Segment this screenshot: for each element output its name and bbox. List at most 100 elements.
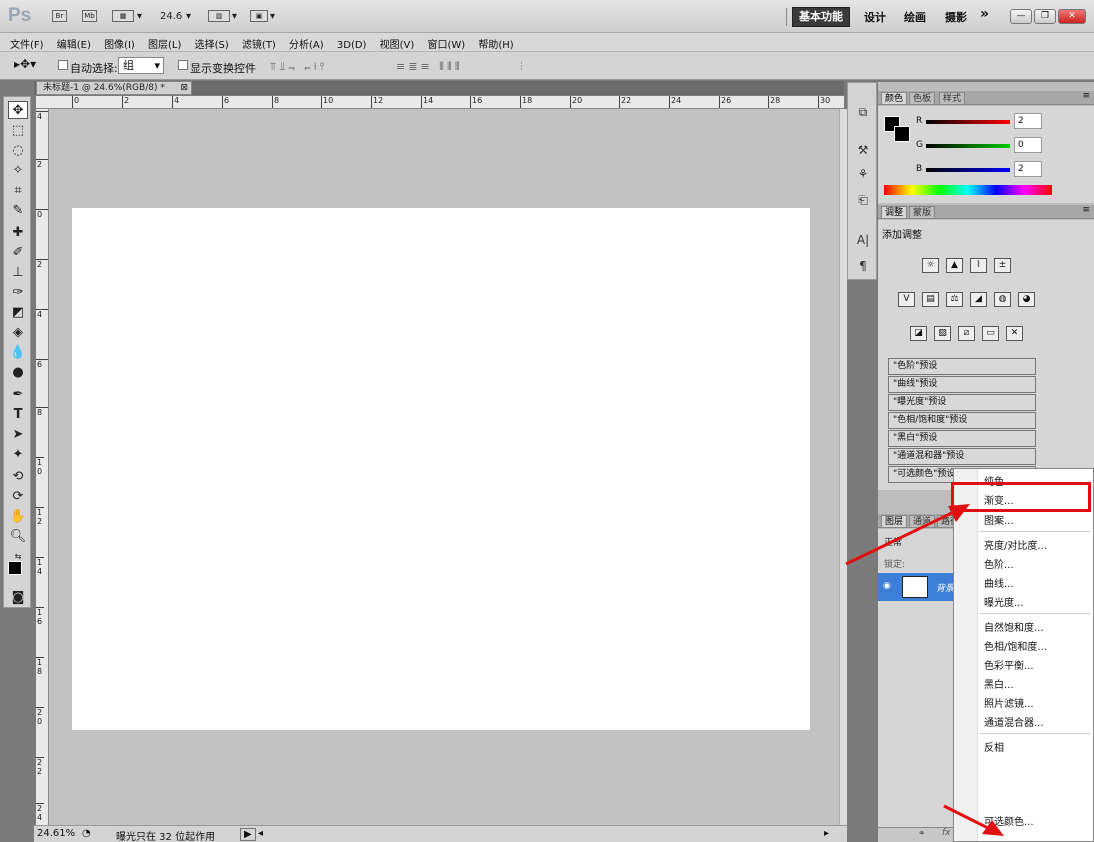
menu-item-vibrance[interactable]: 自然饱和度... xyxy=(984,619,1044,634)
clone-source-icon[interactable]: ⎗ xyxy=(854,193,872,208)
paragraph-panel-icon[interactable]: ¶ xyxy=(854,259,872,273)
preset-exposure[interactable]: "曝光度"预设 xyxy=(888,394,1036,411)
vibrance-icon[interactable]: V xyxy=(898,292,915,307)
menu-item-pattern[interactable]: 图案... xyxy=(984,512,1014,527)
background-swatch[interactable] xyxy=(894,126,910,142)
menu-help[interactable]: 帮助(H) xyxy=(478,33,513,51)
arrange-documents-icon[interactable]: ▥ xyxy=(208,10,230,22)
crop-tool-icon[interactable]: ⌗ xyxy=(8,182,28,200)
screen-mode-icon[interactable]: ▣ xyxy=(250,10,268,22)
view-extras-icon[interactable]: ▦ xyxy=(112,10,134,22)
tab-adjustments[interactable]: 调整 xyxy=(881,206,908,219)
stamp-tool-icon[interactable]: ⊥ xyxy=(8,264,28,282)
menu-item-exposure[interactable]: 曝光度... xyxy=(984,594,1024,609)
menu-3d[interactable]: 3D(D) xyxy=(337,37,367,51)
pen-tool-icon[interactable]: ✒ xyxy=(8,386,28,404)
menu-select[interactable]: 选择(S) xyxy=(195,33,229,51)
close-button[interactable]: ✕ xyxy=(1058,9,1086,24)
workspace-photography[interactable]: 摄影 xyxy=(945,9,967,25)
move-tool-preset-icon[interactable]: ▸✥▾ xyxy=(14,57,36,71)
paint-bucket-icon[interactable]: ◈ xyxy=(8,324,28,342)
menu-item-black-white[interactable]: 黑白... xyxy=(984,676,1014,691)
healing-brush-icon[interactable]: ✚ xyxy=(8,224,28,242)
hand-tool-icon[interactable]: ✋ xyxy=(8,508,28,526)
posterize-icon[interactable]: ▨ xyxy=(934,326,951,341)
menu-analysis[interactable]: 分析(A) xyxy=(289,33,324,51)
eyedropper-tool-icon[interactable]: ✎ xyxy=(8,202,28,220)
history-brush-icon[interactable]: ✑ xyxy=(8,284,28,302)
minimize-button[interactable]: — xyxy=(1010,9,1032,24)
black-white-icon[interactable]: ◢ xyxy=(970,292,987,307)
color-spectrum[interactable] xyxy=(884,185,1052,195)
menu-item-hue-saturation[interactable]: 色相/饱和度... xyxy=(984,638,1047,653)
menu-item-photo-filter[interactable]: 照片滤镜... xyxy=(984,695,1034,710)
menu-item-color-balance[interactable]: 色彩平衡... xyxy=(984,657,1034,672)
zoom-level[interactable]: 24.6 xyxy=(160,11,182,22)
status-info-icon[interactable]: ◔ xyxy=(82,828,91,839)
exposure-icon[interactable]: ± xyxy=(994,258,1011,273)
vertical-scrollbar[interactable] xyxy=(839,109,847,825)
preset-channel-mixer[interactable]: "通道混和器"预设 xyxy=(888,448,1036,465)
menu-item-curves[interactable]: 曲线... xyxy=(984,575,1014,590)
photo-filter-icon[interactable]: ◍ xyxy=(994,292,1011,307)
chevron-down-icon[interactable]: ▾ xyxy=(186,11,191,22)
shape-tool-icon[interactable]: ✦ xyxy=(8,446,28,464)
selective-color-icon[interactable]: ✕ xyxy=(1006,326,1023,341)
chevron-down-icon[interactable]: ▾ xyxy=(137,11,142,22)
move-tool-icon[interactable]: ✥ xyxy=(8,101,28,119)
mini-bridge-icon[interactable]: Mb xyxy=(82,10,97,22)
quick-select-tool-icon[interactable]: ✧ xyxy=(8,162,28,180)
invert-icon[interactable]: ◪ xyxy=(910,326,927,341)
restore-button[interactable]: ❐ xyxy=(1034,9,1056,24)
menu-item-brightness-contrast[interactable]: 亮度/对比度... xyxy=(984,537,1047,552)
menu-item-levels[interactable]: 色阶... xyxy=(984,556,1014,571)
zoom-tool-icon[interactable]: 🔍︎ xyxy=(8,528,28,546)
brush-panel-icon[interactable]: ⚘ xyxy=(854,167,872,181)
workspace-painting[interactable]: 绘画 xyxy=(904,9,926,25)
history-panel-icon[interactable]: ⧉ xyxy=(854,105,872,120)
auto-select-checkbox[interactable] xyxy=(58,60,68,70)
panel-menu-icon[interactable]: ≡ xyxy=(1082,205,1090,215)
menu-item-invert[interactable]: 反相 xyxy=(984,739,1004,754)
type-tool-icon[interactable]: T xyxy=(8,406,28,424)
tool-presets-icon[interactable]: ⚒ xyxy=(854,143,872,157)
marquee-tool-icon[interactable]: ⬚ xyxy=(8,122,28,140)
menu-edit[interactable]: 编辑(E) xyxy=(57,33,91,51)
menu-view[interactable]: 视图(V) xyxy=(380,33,415,51)
tab-masks[interactable]: 蒙版 xyxy=(909,206,936,219)
document-tab[interactable]: 未标题-1 @ 24.6%(RGB/8) * ⊠ xyxy=(36,81,192,95)
preset-curves[interactable]: "曲线"预设 xyxy=(888,376,1036,393)
quick-mask-icon[interactable]: ◙ xyxy=(8,589,28,607)
hue-saturation-icon[interactable]: ▤ xyxy=(922,292,939,307)
brush-tool-icon[interactable]: ✐ xyxy=(8,244,28,262)
auto-align-icon[interactable]: ⫶ xyxy=(520,60,526,74)
menu-item-channel-mixer[interactable]: 通道混合器... xyxy=(984,714,1044,729)
threshold-icon[interactable]: ⧄ xyxy=(958,326,975,341)
character-panel-icon[interactable]: A| xyxy=(854,233,872,247)
workspace-essentials[interactable]: 基本功能 xyxy=(792,7,850,27)
eye-icon[interactable]: ◉ xyxy=(883,581,891,591)
brightness-icon[interactable]: ☼ xyxy=(922,258,939,273)
tab-swatches[interactable]: 色板 xyxy=(909,92,936,105)
distribute-icons[interactable]: ≡≣≡ ⦀⦀⦀ xyxy=(396,60,463,74)
lasso-tool-icon[interactable]: ◌ xyxy=(8,142,28,160)
gradient-map-icon[interactable]: ▭ xyxy=(982,326,999,341)
eraser-tool-icon[interactable]: ◩ xyxy=(8,304,28,322)
scroll-left-icon[interactable]: ◂ xyxy=(258,828,263,839)
menu-layer[interactable]: 图层(L) xyxy=(148,33,181,51)
align-icons[interactable]: ⫪⫫⫬ ⫭⫮⫯ xyxy=(270,60,327,74)
path-select-icon[interactable]: ➤ xyxy=(8,426,28,444)
workspace-design[interactable]: 设计 xyxy=(864,9,886,25)
color-balance-icon[interactable]: ⚖ xyxy=(946,292,963,307)
dodge-tool-icon[interactable]: ● xyxy=(8,364,28,382)
status-zoom[interactable]: 24.61% xyxy=(37,828,75,839)
g-input[interactable]: 0 xyxy=(1014,137,1042,153)
panel-menu-icon[interactable]: ≡ xyxy=(1082,91,1090,101)
b-slider[interactable] xyxy=(926,168,1010,172)
preset-hue-saturation[interactable]: "色相/饱和度"预设 xyxy=(888,412,1036,429)
more-workspaces-icon[interactable]: » xyxy=(980,6,989,22)
document-canvas[interactable] xyxy=(72,208,810,730)
tab-color[interactable]: 颜色 xyxy=(881,92,908,105)
b-input[interactable]: 2 xyxy=(1014,161,1042,177)
foreground-color-swatch[interactable] xyxy=(8,561,22,575)
